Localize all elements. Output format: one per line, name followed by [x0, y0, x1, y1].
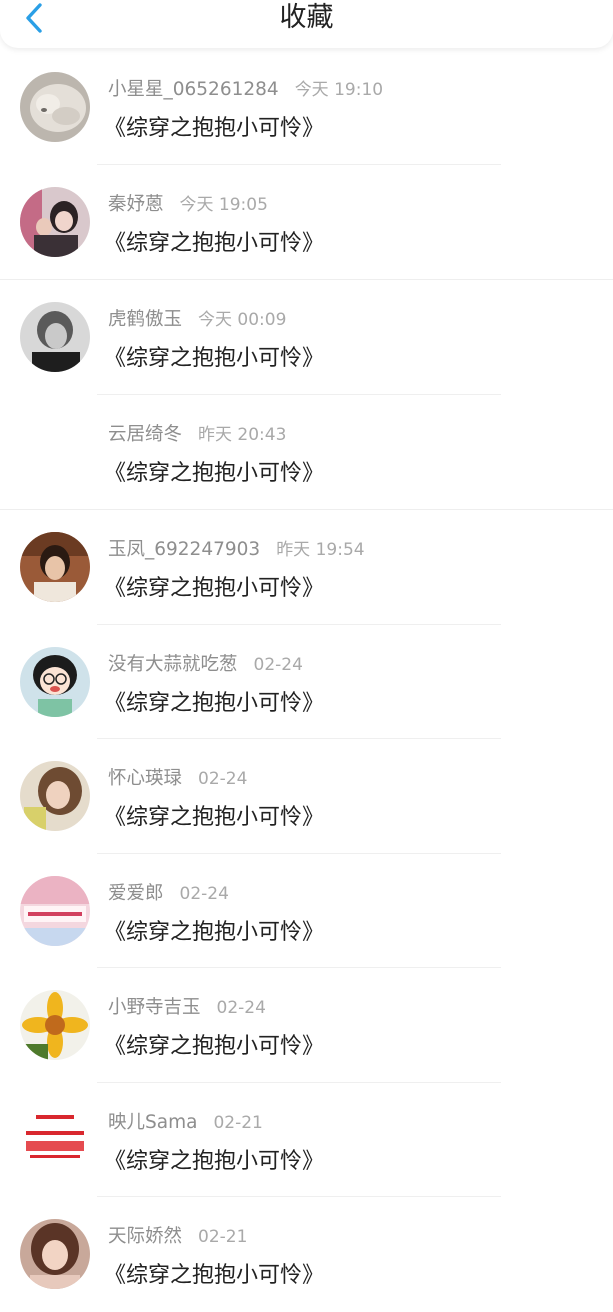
- timestamp: 昨天 19:54: [276, 540, 365, 560]
- list-item[interactable]: 映儿Sama 02-21 《综穿之抱抱小可怜》: [0, 1083, 613, 1198]
- user-name[interactable]: 玉凤_692247903: [108, 539, 260, 560]
- user-name[interactable]: 云居绮冬: [108, 424, 182, 445]
- list-item[interactable]: 天际娇然 02-21 《综穿之抱抱小可怜》: [0, 1197, 613, 1312]
- user-name[interactable]: 秦妤蒽: [108, 194, 164, 215]
- timestamp: 02-21: [213, 1112, 263, 1133]
- book-title[interactable]: 《综穿之抱抱小可怜》: [104, 110, 324, 142]
- book-title[interactable]: 《综穿之抱抱小可怜》: [104, 799, 324, 831]
- timestamp: 02-24: [253, 654, 303, 675]
- avatar[interactable]: [20, 875, 90, 946]
- book-title[interactable]: 《综穿之抱抱小可怜》: [104, 1143, 324, 1175]
- item-meta: 玉凤_692247903 昨天 19:54: [108, 538, 365, 562]
- item-meta: 小星星_065261284 今天 19:10: [108, 78, 383, 102]
- list-item[interactable]: 没有大蒜就吃葱 02-24 《综穿之抱抱小可怜》: [0, 625, 613, 740]
- user-name[interactable]: 爱爱郎: [108, 883, 164, 904]
- avatar[interactable]: [20, 1104, 90, 1175]
- user-name[interactable]: 天际娇然: [108, 1226, 182, 1247]
- favorites-list: 小星星_065261284 今天 19:10 《综穿之抱抱小可怜》 秦妤蒽 今天 1…: [0, 50, 613, 1312]
- book-title[interactable]: 《综穿之抱抱小可怜》: [104, 340, 324, 372]
- timestamp: 今天 00:09: [198, 310, 287, 330]
- user-name[interactable]: 没有大蒜就吃葱: [108, 654, 238, 675]
- avatar[interactable]: [20, 72, 90, 142]
- page-title: 收藏: [279, 2, 334, 33]
- avatar[interactable]: [20, 990, 90, 1060]
- avatar[interactable]: [20, 532, 90, 602]
- top-bar: 收藏: [0, 0, 613, 48]
- list-item[interactable]: 爱爱郎 02-24 《综穿之抱抱小可怜》: [0, 854, 613, 969]
- item-meta: 虎鹤傲玉 今天 00:09: [108, 308, 286, 332]
- book-title[interactable]: 《综穿之抱抱小可怜》: [104, 570, 324, 602]
- user-name[interactable]: 小野寺吉玉: [108, 997, 201, 1018]
- list-item[interactable]: 云居绮冬 昨天 20:43 《综穿之抱抱小可怜》: [0, 395, 613, 510]
- list-item[interactable]: 秦妤蒽 今天 19:05 《综穿之抱抱小可怜》: [0, 165, 613, 280]
- avatar[interactable]: [20, 1219, 90, 1289]
- book-title[interactable]: 《综穿之抱抱小可怜》: [104, 685, 324, 717]
- user-name[interactable]: 映儿Sama: [108, 1112, 197, 1133]
- item-meta: 小野寺吉玉 02-24: [108, 996, 266, 1020]
- item-meta: 秦妤蒽 今天 19:05: [108, 193, 268, 217]
- item-meta: 映儿Sama 02-21: [108, 1111, 263, 1135]
- item-meta: 没有大蒜就吃葱 02-24: [108, 653, 303, 677]
- user-name[interactable]: 怀心瑛琭: [108, 768, 182, 789]
- list-item[interactable]: 玉凤_692247903 昨天 19:54 《综穿之抱抱小可怜》: [0, 510, 613, 625]
- list-item[interactable]: 怀心瑛琭 02-24 《综穿之抱抱小可怜》: [0, 739, 613, 854]
- avatar[interactable]: [20, 646, 90, 717]
- book-title[interactable]: 《综穿之抱抱小可怜》: [104, 1028, 324, 1060]
- item-meta: 云居绮冬 昨天 20:43: [108, 423, 286, 447]
- user-name[interactable]: 小星星_065261284: [108, 79, 279, 100]
- list-item[interactable]: 虎鹤傲玉 今天 00:09 《综穿之抱抱小可怜》: [0, 280, 613, 395]
- item-meta: 爱爱郎 02-24: [108, 882, 229, 906]
- timestamp: 今天 19:10: [294, 80, 384, 100]
- timestamp: 02-21: [198, 1227, 248, 1247]
- timestamp: 今天 19:05: [179, 194, 268, 215]
- timestamp: 昨天 20:43: [198, 424, 287, 445]
- avatar[interactable]: [20, 186, 90, 257]
- book-title[interactable]: 《综穿之抱抱小可怜》: [104, 455, 324, 487]
- timestamp: 02-24: [179, 883, 229, 904]
- item-meta: 怀心瑛琭 02-24: [108, 767, 247, 791]
- avatar[interactable]: [20, 302, 90, 372]
- timestamp: 02-24: [216, 998, 266, 1018]
- book-title[interactable]: 《综穿之抱抱小可怜》: [104, 1257, 324, 1289]
- book-title[interactable]: 《综穿之抱抱小可怜》: [104, 914, 324, 946]
- list-item[interactable]: 小星星_065261284 今天 19:10 《综穿之抱抱小可怜》: [0, 50, 613, 165]
- book-title[interactable]: 《综穿之抱抱小可怜》: [104, 225, 324, 257]
- item-meta: 天际娇然 02-21: [108, 1225, 247, 1249]
- user-name[interactable]: 虎鹤傲玉: [108, 309, 182, 330]
- avatar[interactable]: [20, 761, 90, 831]
- timestamp: 02-24: [198, 769, 248, 789]
- list-item[interactable]: 小野寺吉玉 02-24 《综穿之抱抱小可怜》: [0, 968, 613, 1083]
